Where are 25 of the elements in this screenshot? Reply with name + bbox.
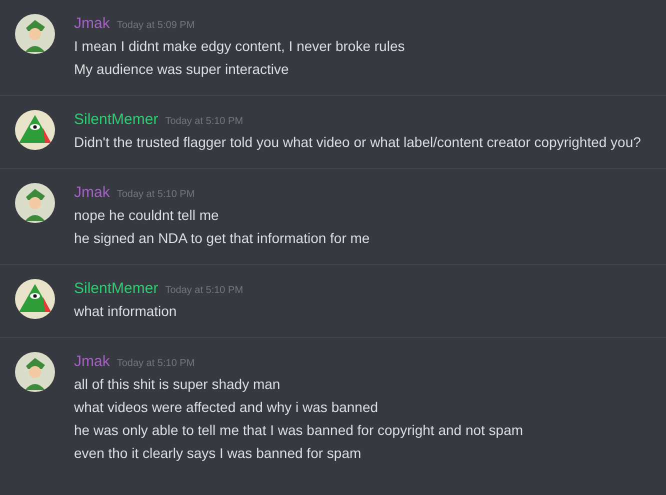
timestamp: Today at 5:10 PM bbox=[165, 284, 244, 298]
timestamp: Today at 5:10 PM bbox=[116, 357, 195, 371]
cartoon-avatar-icon bbox=[15, 352, 55, 392]
timestamp: Today at 5:09 PM bbox=[116, 19, 195, 33]
author-name[interactable]: SilentMemer bbox=[74, 109, 158, 132]
message-text: he was only able to tell me that I was banned for copyright and not spam bbox=[74, 421, 524, 440]
message-text: what videos were affected and why i was banned bbox=[74, 398, 380, 417]
message-text: he signed an NDA to get that information for me bbox=[74, 229, 370, 248]
timestamp: Today at 5:10 PM bbox=[116, 188, 195, 202]
message-text: all of this shit is super shady man bbox=[74, 375, 282, 394]
author-name[interactable]: Jmak bbox=[74, 351, 110, 374]
message-text: I mean I didnt make edgy content, I never broke rules bbox=[74, 37, 405, 56]
author-name[interactable]: Jmak bbox=[74, 13, 110, 36]
message-text: even tho it clearly says I was banned for spam bbox=[74, 444, 362, 463]
message-text: Didn't the trusted flagger told you what video or what label/content creator copyrighted you? bbox=[74, 133, 641, 152]
timestamp: Today at 5:10 PM bbox=[165, 115, 244, 129]
cartoon-avatar-icon bbox=[15, 14, 55, 54]
message-text: what information bbox=[74, 302, 178, 321]
author-name[interactable]: SilentMemer bbox=[74, 278, 158, 300]
message-text: My audience was super interactive bbox=[74, 60, 290, 79]
pyramid-avatar-icon bbox=[15, 110, 55, 150]
cartoon-avatar-icon bbox=[15, 183, 55, 223]
pyramid-avatar-icon bbox=[15, 279, 55, 319]
author-name[interactable]: Jmak bbox=[74, 182, 110, 204]
message-text: nope he couldnt tell me bbox=[74, 206, 220, 225]
